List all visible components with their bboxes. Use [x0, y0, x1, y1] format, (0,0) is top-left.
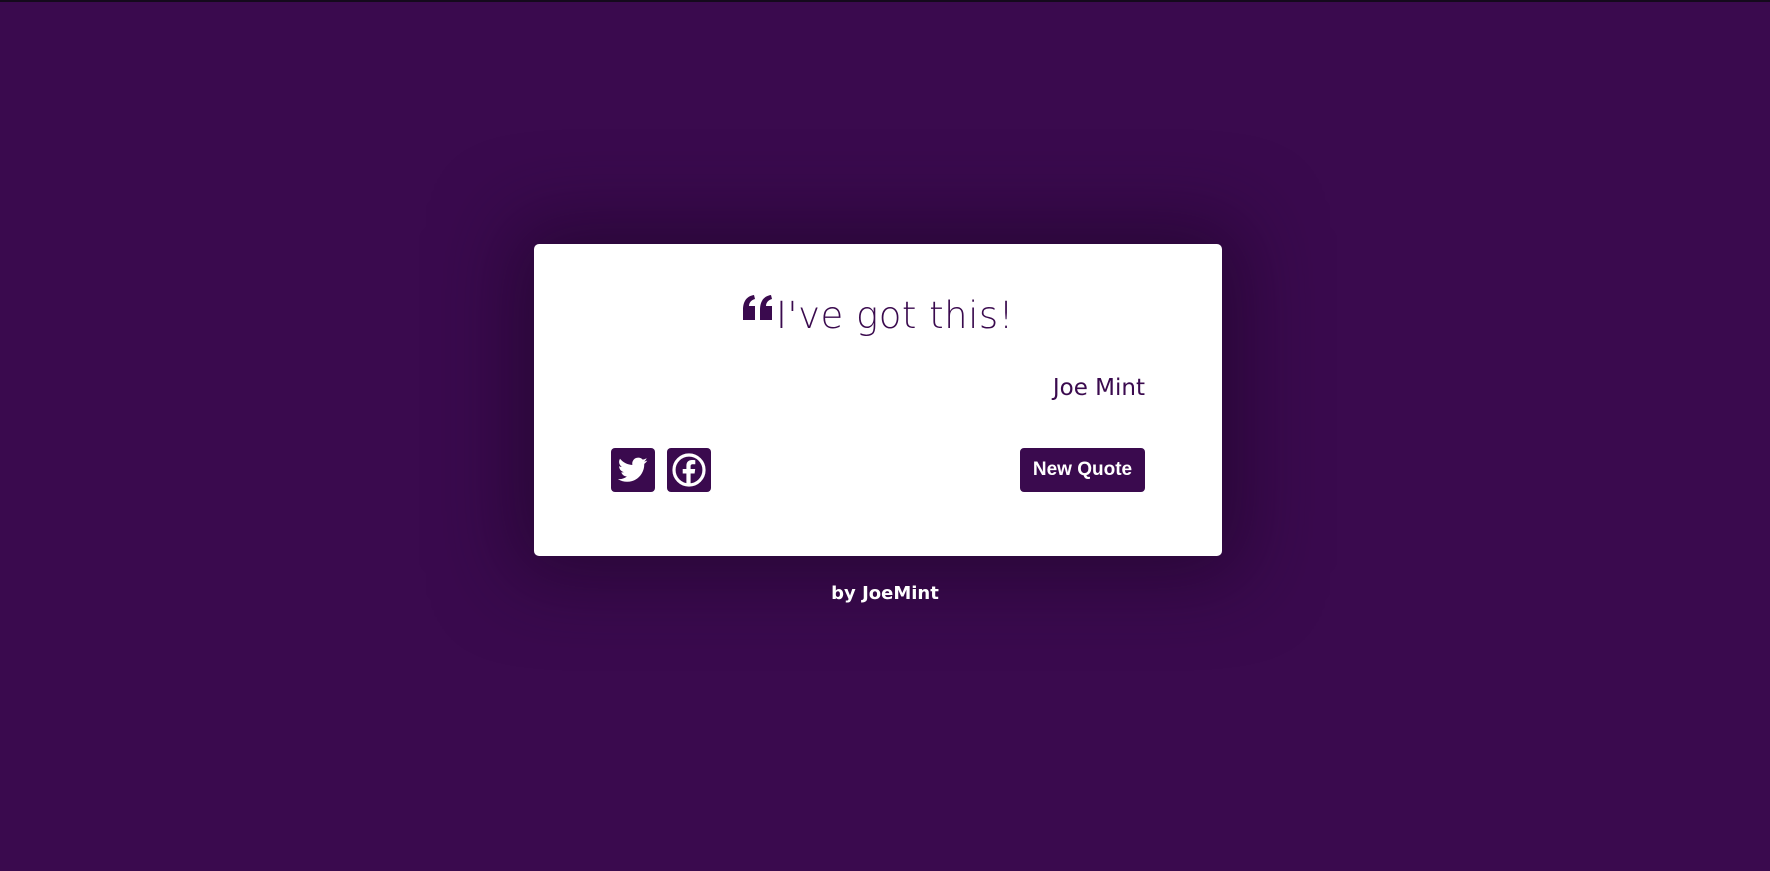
footer-author-link[interactable]: JoeMint [862, 583, 939, 604]
footer-credit: by JoeMint [0, 582, 1770, 606]
share-facebook-button[interactable] [667, 448, 711, 492]
quote-left-icon [742, 295, 774, 321]
quote-box: I've got this! Joe Mint New Quote [534, 244, 1222, 556]
new-quote-button[interactable]: New Quote [1020, 448, 1145, 492]
footer-prefix: by [831, 583, 856, 604]
tweet-quote-button[interactable] [611, 448, 655, 492]
quote-author: Joe Mint [1052, 375, 1145, 401]
twitter-icon [618, 457, 648, 483]
top-border [0, 0, 1770, 2]
quote-row: I've got this! [534, 294, 1222, 338]
quote-text: I've got this! [776, 294, 1014, 337]
facebook-icon [672, 453, 706, 487]
